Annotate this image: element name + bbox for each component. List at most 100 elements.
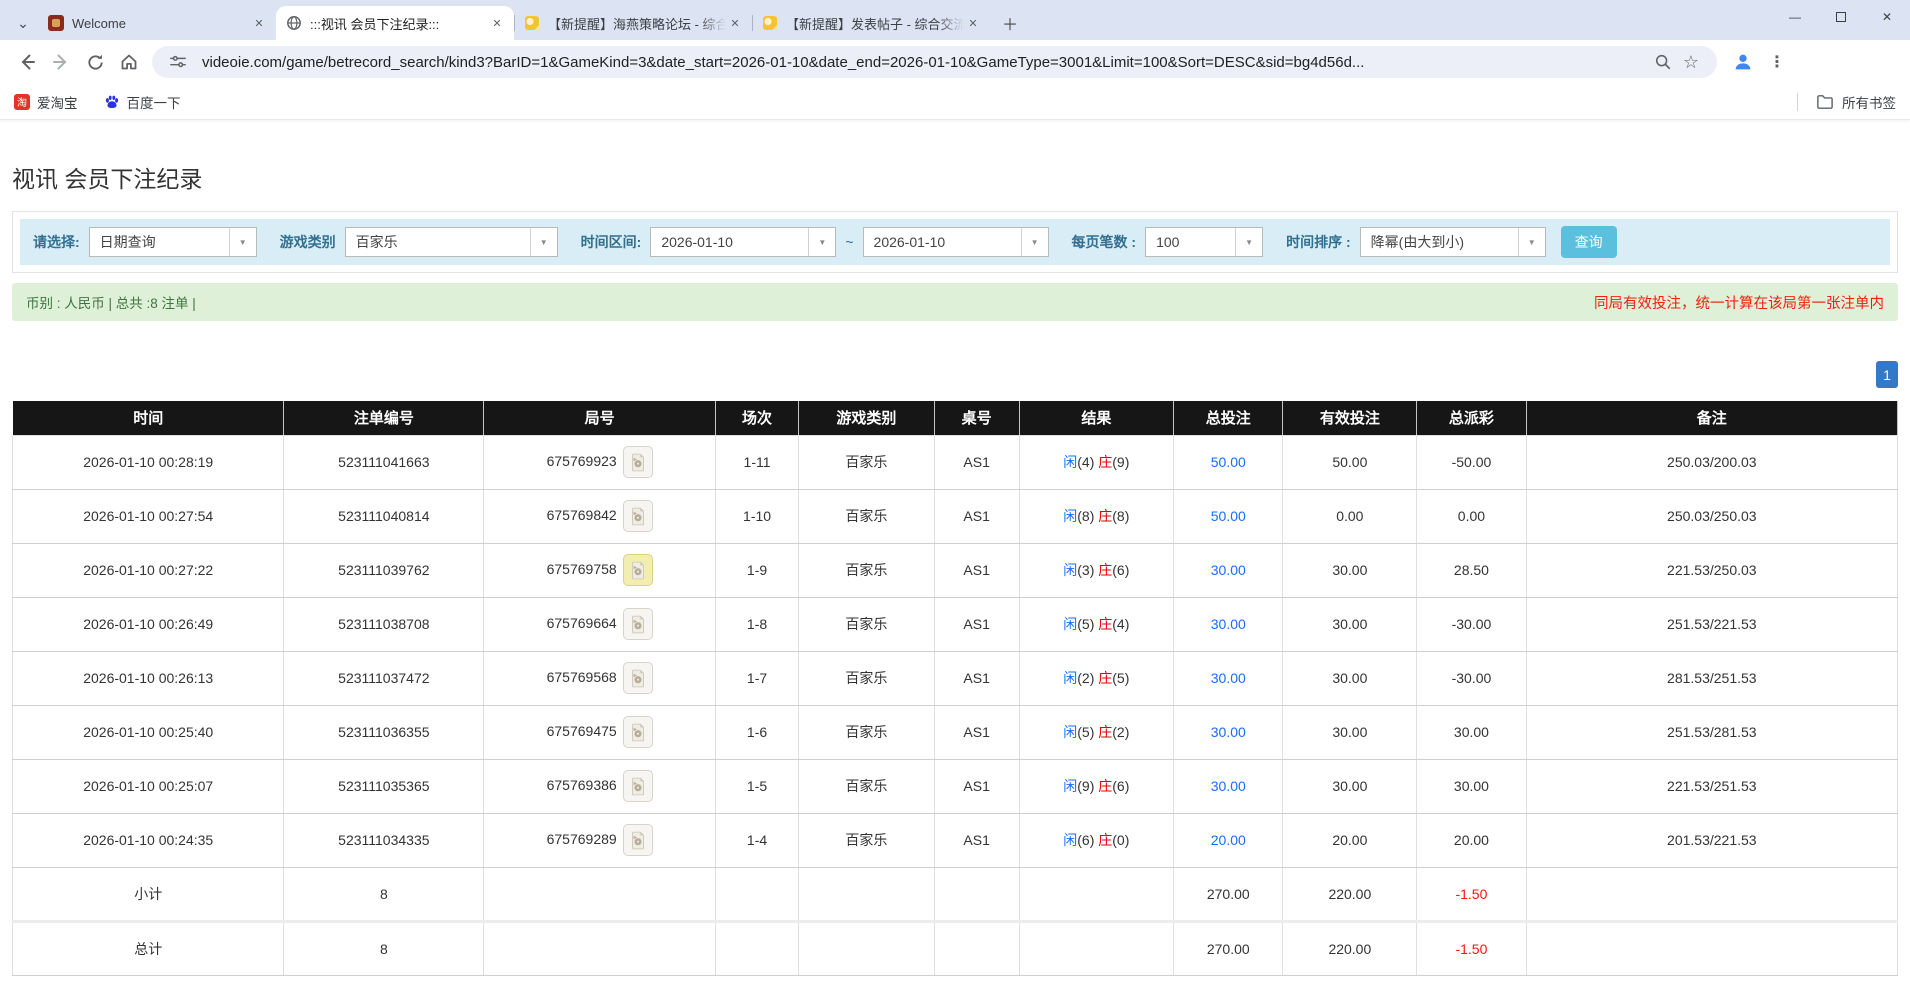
cell-bet-id: 523111039762 [284, 543, 484, 597]
refresh-icon[interactable] [78, 45, 112, 79]
result-banker-label: 庄 [1098, 508, 1112, 524]
bookmark-baidu[interactable]: 百度一下 [104, 92, 181, 112]
back-icon[interactable] [10, 45, 44, 79]
new-tab-button[interactable]: ＋ [996, 9, 1024, 37]
total-bet-link[interactable]: 50.00 [1211, 508, 1246, 524]
tab-forum-2[interactable]: 【新提醒】发表帖子 - 综合交流 ✕ [752, 6, 990, 40]
cell-result: 闲(9) 庄(6) [1019, 759, 1174, 813]
tab-welcome[interactable]: Welcome ✕ [38, 6, 276, 40]
tab-forum-1[interactable]: 【新提醒】海燕策略论坛 - 综合交流 ✕ [514, 6, 752, 40]
cell-table-no: AS1 [934, 813, 1019, 867]
result-banker-score: (6) [1112, 778, 1129, 794]
cell-payout: -1.50 [1417, 921, 1526, 975]
video-replay-button[interactable] [623, 824, 653, 856]
video-replay-button[interactable] [623, 608, 653, 640]
bookmark-taobao[interactable]: 淘 爱淘宝 [14, 92, 78, 112]
cell-remark: 281.53/251.53 [1526, 651, 1897, 705]
cell-round: 675769568 [484, 651, 716, 705]
total-bet-link[interactable]: 20.00 [1211, 832, 1246, 848]
query-type-select[interactable]: 日期查询 ▼ [89, 227, 257, 257]
result-player-score: (3) [1077, 562, 1094, 578]
cell-table-no: AS1 [934, 597, 1019, 651]
cell-session: 1-5 [716, 759, 799, 813]
cell-valid-bet: 30.00 [1283, 651, 1417, 705]
result-banker-score: (6) [1112, 562, 1129, 578]
window-close-button[interactable]: ✕ [1864, 0, 1910, 34]
per-page-select[interactable]: 100 ▼ [1145, 227, 1263, 257]
cell-remark: 250.03/250.03 [1526, 489, 1897, 543]
cell-remark: 250.03/200.03 [1526, 435, 1897, 489]
cell-remark: 251.53/221.53 [1526, 597, 1897, 651]
column-header: 结果 [1019, 401, 1174, 435]
currency-summary: 币别 : 人民币 | 总共 :8 注单 | [26, 292, 196, 312]
date-end-select[interactable]: 2026-01-10 ▼ [863, 227, 1049, 257]
video-replay-button[interactable] [623, 770, 653, 802]
tab-search-chevron-icon[interactable]: ⌄ [8, 6, 38, 40]
bookmark-star-icon[interactable]: ☆ [1677, 48, 1705, 76]
date-start-select[interactable]: 2026-01-10 ▼ [650, 227, 836, 257]
cell-valid-bet: 0.00 [1283, 489, 1417, 543]
date-range-label: 时间区间: [581, 232, 642, 252]
game-type-select[interactable]: 百家乐 ▼ [345, 227, 558, 257]
cell-bet-id: 523111041663 [284, 435, 484, 489]
total-bet-link[interactable]: 30.00 [1211, 778, 1246, 794]
url-bar[interactable]: videoie.com/game/betrecord_search/kind3?… [152, 46, 1717, 78]
bet-records-table: 时间注单编号局号场次游戏类别桌号结果总投注有效投注总派彩备注 2026-01-1… [12, 401, 1898, 976]
bookmark-label: 百度一下 [127, 92, 181, 112]
page-1-button[interactable]: 1 [1876, 361, 1898, 388]
tab-close-icon[interactable]: ✕ [250, 14, 268, 32]
total-bet-link[interactable]: 50.00 [1211, 454, 1246, 470]
url-text[interactable]: videoie.com/game/betrecord_search/kind3?… [202, 54, 1649, 71]
total-bet-link[interactable]: 30.00 [1211, 616, 1246, 632]
total-bet-link[interactable]: 30.00 [1211, 562, 1246, 578]
result-banker-label: 庄 [1098, 616, 1112, 632]
site-settings-icon[interactable] [164, 48, 192, 76]
tab-bet-records[interactable]: :::视讯 会员下注纪录::: ✕ [276, 6, 514, 40]
cell-payout: 28.50 [1417, 543, 1526, 597]
video-replay-button[interactable] [623, 662, 653, 694]
window-maximize-button[interactable] [1818, 0, 1864, 34]
result-player-label: 闲 [1063, 778, 1077, 794]
baidu-paw-icon [104, 94, 120, 110]
per-page-label: 每页笔数 : [1072, 232, 1137, 252]
tab-title: 【新提醒】发表帖子 - 综合交流 [786, 14, 964, 33]
cell-payout: 20.00 [1417, 813, 1526, 867]
cell-empty [484, 867, 716, 921]
column-header: 桌号 [934, 401, 1019, 435]
forward-icon[interactable] [44, 45, 78, 79]
total-bet-link[interactable]: 30.00 [1211, 724, 1246, 740]
sort-label: 时间排序 : [1286, 232, 1351, 252]
total-bet-link[interactable]: 30.00 [1211, 670, 1246, 686]
bookmarks-bar: 淘 爱淘宝 百度一下 所有书签 [0, 84, 1910, 120]
tab-close-icon[interactable]: ✕ [726, 14, 744, 32]
cell-remark: 221.53/251.53 [1526, 759, 1897, 813]
table-row: 2026-01-10 00:26:13523111037472675769568… [13, 651, 1898, 705]
profile-avatar-icon[interactable] [1727, 46, 1759, 78]
home-icon[interactable] [112, 45, 146, 79]
cell-empty [799, 867, 935, 921]
tab-close-icon[interactable]: ✕ [964, 14, 982, 32]
all-bookmarks[interactable]: 所有书签 [1797, 92, 1896, 112]
window-minimize-button[interactable]: — [1772, 0, 1818, 34]
video-replay-button[interactable] [623, 554, 653, 586]
video-replay-button[interactable] [623, 716, 653, 748]
browser-menu-icon[interactable]: ⋮ [1763, 48, 1791, 76]
cell-table-no: AS1 [934, 705, 1019, 759]
round-number: 675769289 [547, 831, 617, 847]
cell-payout: 30.00 [1417, 705, 1526, 759]
video-replay-button[interactable] [623, 446, 653, 478]
cell-payout: -30.00 [1417, 597, 1526, 651]
sort-select[interactable]: 降幂(由大到小) ▼ [1360, 227, 1546, 257]
cell-round: 675769923 [484, 435, 716, 489]
per-page-value: 100 [1146, 228, 1235, 256]
globe-icon [286, 15, 302, 31]
tab-close-icon[interactable]: ✕ [488, 14, 506, 32]
result-banker-label: 庄 [1098, 724, 1112, 740]
video-replay-button[interactable] [623, 500, 653, 532]
zoom-indicator-icon[interactable] [1649, 48, 1677, 76]
page-content: 视讯 会员下注纪录 请选择: 日期查询 ▼ 游戏类别 百家乐 ▼ 时间区间: 2… [0, 160, 1910, 1006]
cell-result: 闲(6) 庄(0) [1019, 813, 1174, 867]
bookmark-label: 爱淘宝 [37, 92, 78, 112]
cell-bet-id: 523111035365 [284, 759, 484, 813]
query-button[interactable]: 查询 [1561, 226, 1617, 258]
